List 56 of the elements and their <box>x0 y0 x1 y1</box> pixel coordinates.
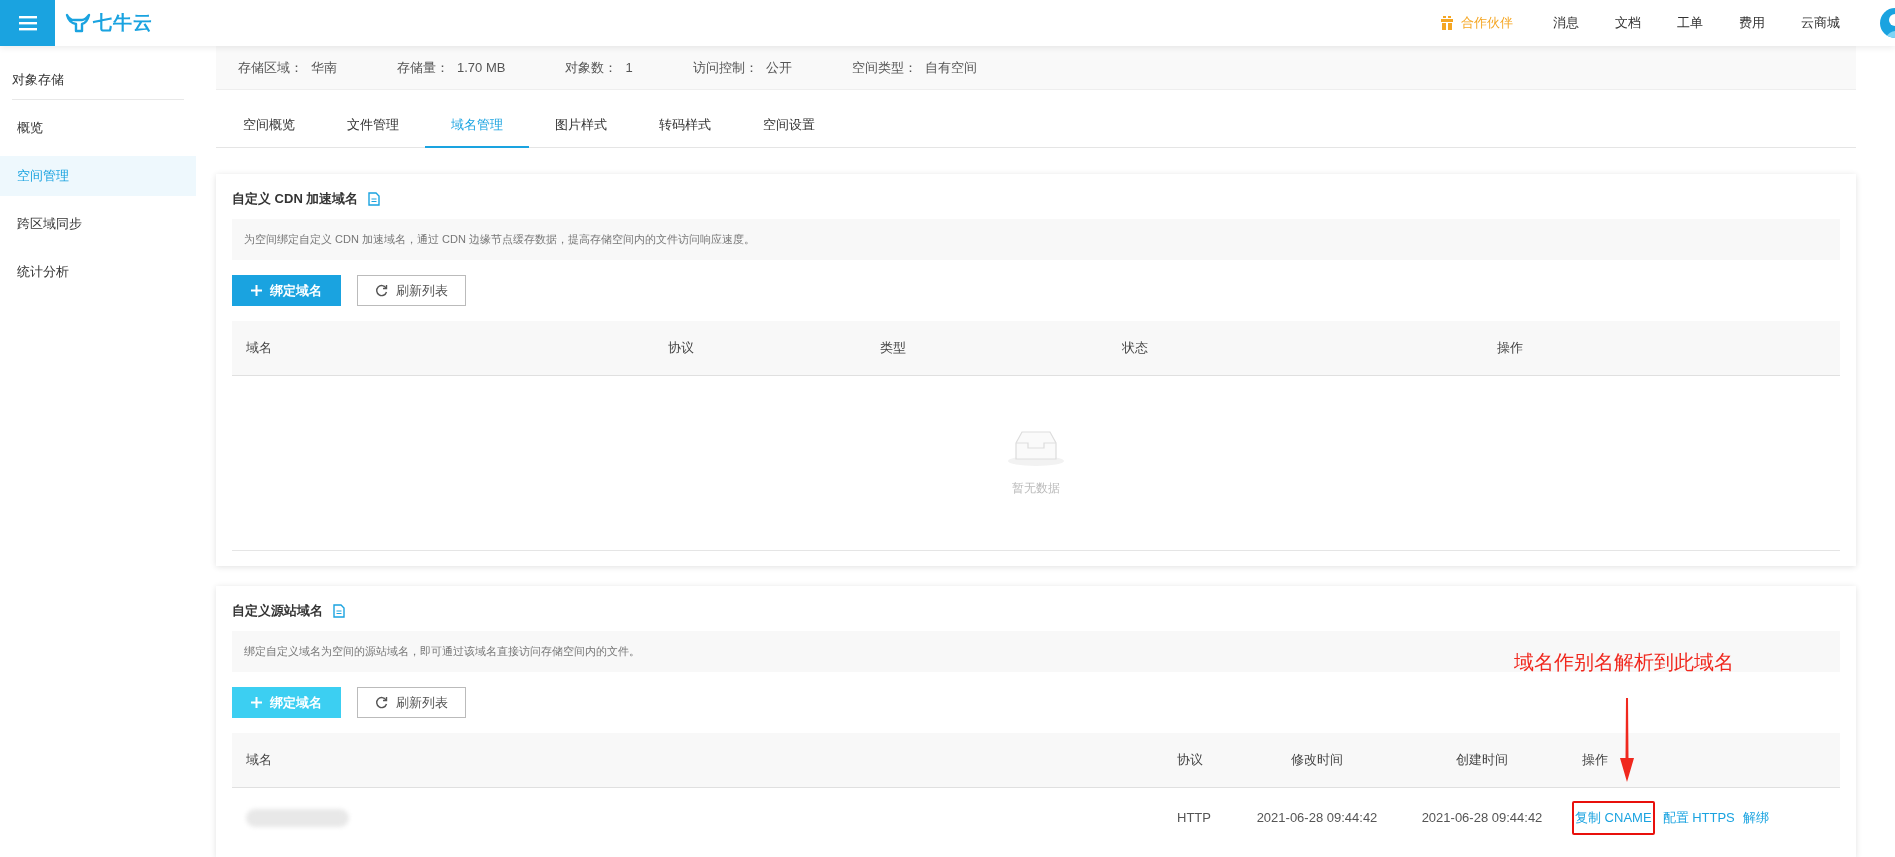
tab[interactable]: 空间概览 <box>217 104 321 148</box>
description-text: 为空间绑定自定义 CDN 加速域名，通过 CDN 边缘节点缓存数据，提高存储空间内的文件访问响应速度。 <box>232 219 1840 260</box>
column-header: 域名 <box>246 752 272 768</box>
table-cell: 2021-06-28 09:44:42 <box>1256 810 1378 826</box>
sidebar-title: 对象存储 <box>12 60 184 100</box>
tab[interactable]: 文件管理 <box>321 104 425 148</box>
column-header: 域名 <box>246 340 272 356</box>
nav-link[interactable]: 费用 <box>1739 13 1765 33</box>
info-value: 华南 <box>311 58 337 77</box>
sidebar-item[interactable]: 跨区域同步 <box>0 204 196 244</box>
nav-link[interactable]: 工单 <box>1677 13 1703 33</box>
column-header: 状态 <box>1122 340 1148 356</box>
info-label: 空间类型： <box>851 58 917 77</box>
info-label: 访问控制： <box>692 58 758 77</box>
refresh-list-button[interactable]: 刷新列表 <box>357 275 466 306</box>
table-cell: 2021-06-28 09:44:42 <box>1421 810 1543 826</box>
info-value: 1.70 MB <box>457 58 506 77</box>
annotation-text: 域名作别名解析到此域名 <box>1514 650 1734 675</box>
refresh-icon <box>375 284 388 297</box>
bull-horns-icon <box>65 13 91 33</box>
refresh-list-button[interactable]: 刷新列表 <box>357 687 466 718</box>
logo-text: 七牛云 <box>93 10 153 35</box>
info-value: 自有空间 <box>924 58 977 77</box>
nav-link[interactable]: 云商城 <box>1801 13 1840 33</box>
column-header: 创建时间 <box>1456 752 1508 768</box>
gift-icon <box>1441 16 1453 30</box>
refresh-icon <box>375 696 388 709</box>
sidebar-item[interactable]: 概览 <box>0 108 196 148</box>
nav-link[interactable]: 文档 <box>1615 13 1641 33</box>
menu-button[interactable] <box>0 0 55 46</box>
column-header: 操作 <box>1582 752 1608 768</box>
empty-inbox-icon <box>1007 429 1065 467</box>
info-label: 存储区域： <box>238 58 303 77</box>
column-header: 操作 <box>1497 340 1523 356</box>
column-header: 协议 <box>1177 752 1203 768</box>
info-value: 公开 <box>765 58 792 77</box>
column-header: 修改时间 <box>1291 752 1343 768</box>
card-title: 自定义源站域名 <box>232 602 323 621</box>
plus-icon <box>251 697 262 708</box>
column-header: 类型 <box>880 340 906 356</box>
empty-state-text: 暂无数据 <box>1012 480 1060 497</box>
menu-icon <box>18 15 37 31</box>
plus-icon <box>251 285 262 296</box>
info-label: 对象数： <box>565 58 618 77</box>
tab[interactable]: 空间设置 <box>737 104 841 148</box>
document-icon[interactable] <box>368 192 381 206</box>
info-label: 存储量： <box>397 58 449 77</box>
card-title: 自定义 CDN 加速域名 <box>232 190 359 209</box>
info-value: 1 <box>625 58 633 77</box>
tab[interactable]: 图片样式 <box>529 104 633 148</box>
nav-link[interactable]: 消息 <box>1553 13 1579 33</box>
table-cell: HTTP <box>1177 810 1211 826</box>
sidebar-item[interactable]: 统计分析 <box>0 252 196 292</box>
tab[interactable]: 转码样式 <box>633 104 737 148</box>
column-header: 协议 <box>668 340 694 356</box>
document-icon[interactable] <box>333 604 345 618</box>
